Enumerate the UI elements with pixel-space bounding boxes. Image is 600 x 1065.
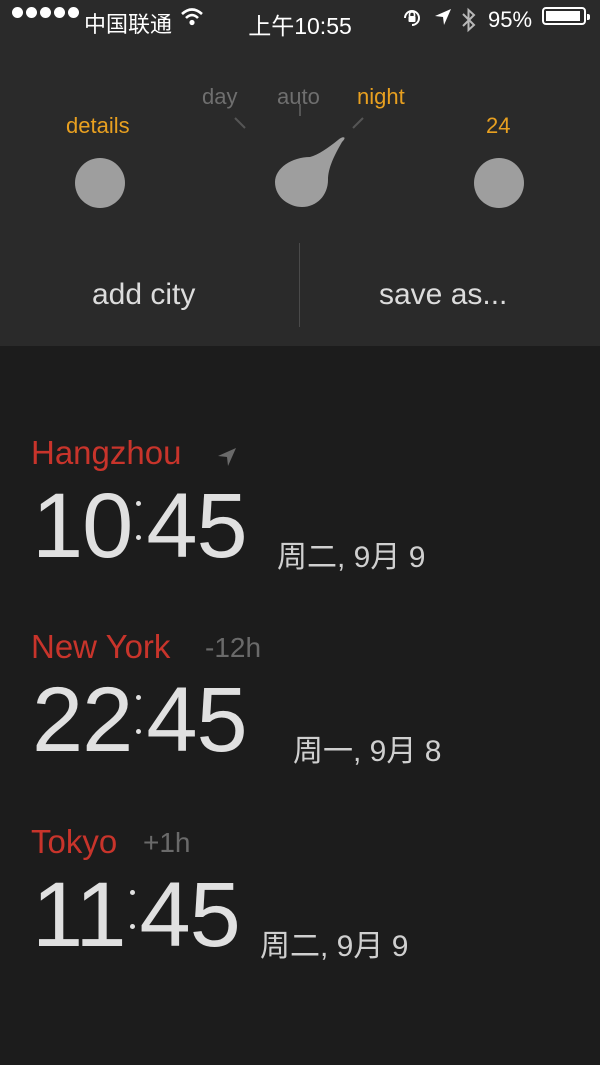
time-hours: 10 <box>32 475 133 577</box>
time-minutes: 45 <box>139 864 241 966</box>
city-name: Hangzhou <box>31 434 182 471</box>
add-city-button[interactable]: add city <box>92 278 195 312</box>
time-format-toggle-knob[interactable] <box>474 158 524 208</box>
city-time: 11 45 <box>32 863 241 968</box>
time-minutes: 45 <box>146 475 247 577</box>
time-offset: -12h <box>205 632 262 663</box>
city-date: 周一, 9月 8 <box>293 735 442 768</box>
city-date: 周二, 9月 9 <box>277 541 426 574</box>
city-row-tokyo[interactable]: Tokyo +1h 11 45 周二, 9月 9 <box>0 823 600 1003</box>
save-as-button[interactable]: save as... <box>379 278 507 312</box>
time-hours: 22 <box>32 669 133 771</box>
city-row-hangzhou[interactable]: Hangzhou 10 45 周二, 9月 9 <box>0 434 600 614</box>
time-minutes: 45 <box>146 669 247 771</box>
mode-dial-knob[interactable] <box>230 100 370 210</box>
city-row-new-york[interactable]: New York -12h 22 45 周一, 9月 8 <box>0 628 600 808</box>
city-name: New York <box>31 628 171 665</box>
location-arrow-icon <box>218 448 236 466</box>
city-date: 周二, 9月 9 <box>260 930 409 963</box>
battery-icon <box>542 7 590 25</box>
divider <box>299 243 300 327</box>
bluetooth-icon <box>460 7 478 39</box>
rotation-lock-icon <box>401 7 423 35</box>
settings-panel: details day auto night 24 add city save … <box>0 40 600 346</box>
time-offset: +1h <box>143 827 191 858</box>
battery-percentage: 95% <box>488 7 533 32</box>
details-toggle-knob[interactable] <box>75 158 125 208</box>
details-label: details <box>66 113 130 138</box>
location-arrow-icon <box>433 7 453 33</box>
time-hours: 11 <box>32 864 127 966</box>
city-name: Tokyo <box>31 823 118 860</box>
time-format-label: 24 <box>486 113 511 138</box>
status-bar: 中国联通 上午10:55 95% <box>0 0 600 40</box>
city-time: 10 45 <box>32 474 248 579</box>
battery-fill <box>546 11 581 21</box>
city-time: 22 45 <box>32 668 248 773</box>
